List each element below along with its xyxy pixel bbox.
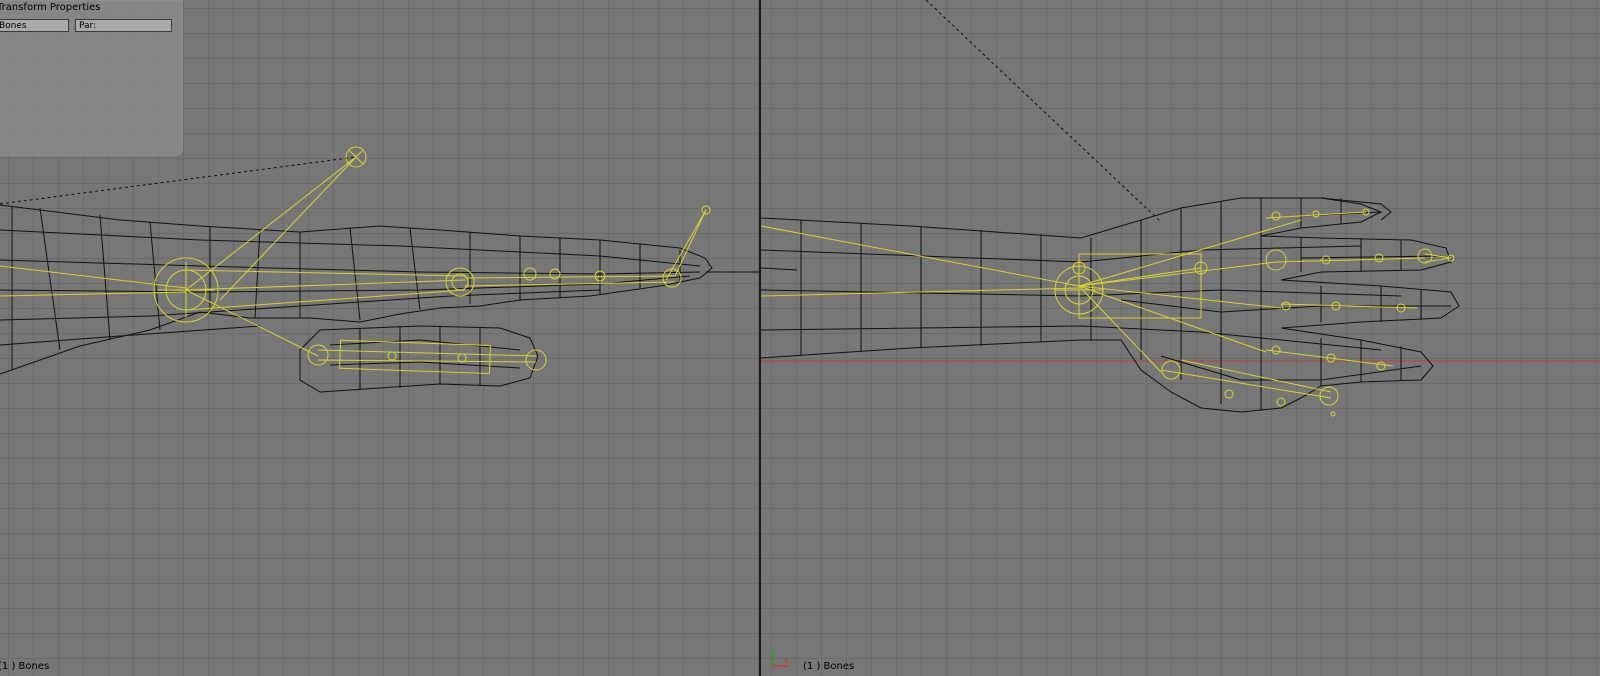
wireframe-hand-top-view [761, 0, 1600, 417]
viewport-info-label: (1 ) Bones [0, 661, 50, 672]
parent-relationship-line [925, 0, 1162, 223]
hand-mesh [761, 197, 1460, 413]
viewport-right[interactable]: x (1 ) Bones [761, 0, 1600, 676]
viewport-left[interactable]: Transform Properties Bones Par: (1 ) Bon… [0, 0, 759, 676]
parent-relationship-line [0, 156, 357, 205]
transform-properties-panel: Transform Properties Bones Par: [0, 0, 183, 156]
object-name-field[interactable]: Bones [0, 19, 69, 32]
armature-bones [761, 208, 1455, 417]
panel-title: Transform Properties [0, 2, 101, 13]
arm-mesh [0, 204, 713, 393]
axis-x-label: x [784, 656, 789, 665]
axis-orientation-icon: x [772, 649, 789, 667]
viewport-info-label: (1 ) Bones [803, 661, 855, 672]
parent-field[interactable]: Par: [75, 19, 172, 32]
